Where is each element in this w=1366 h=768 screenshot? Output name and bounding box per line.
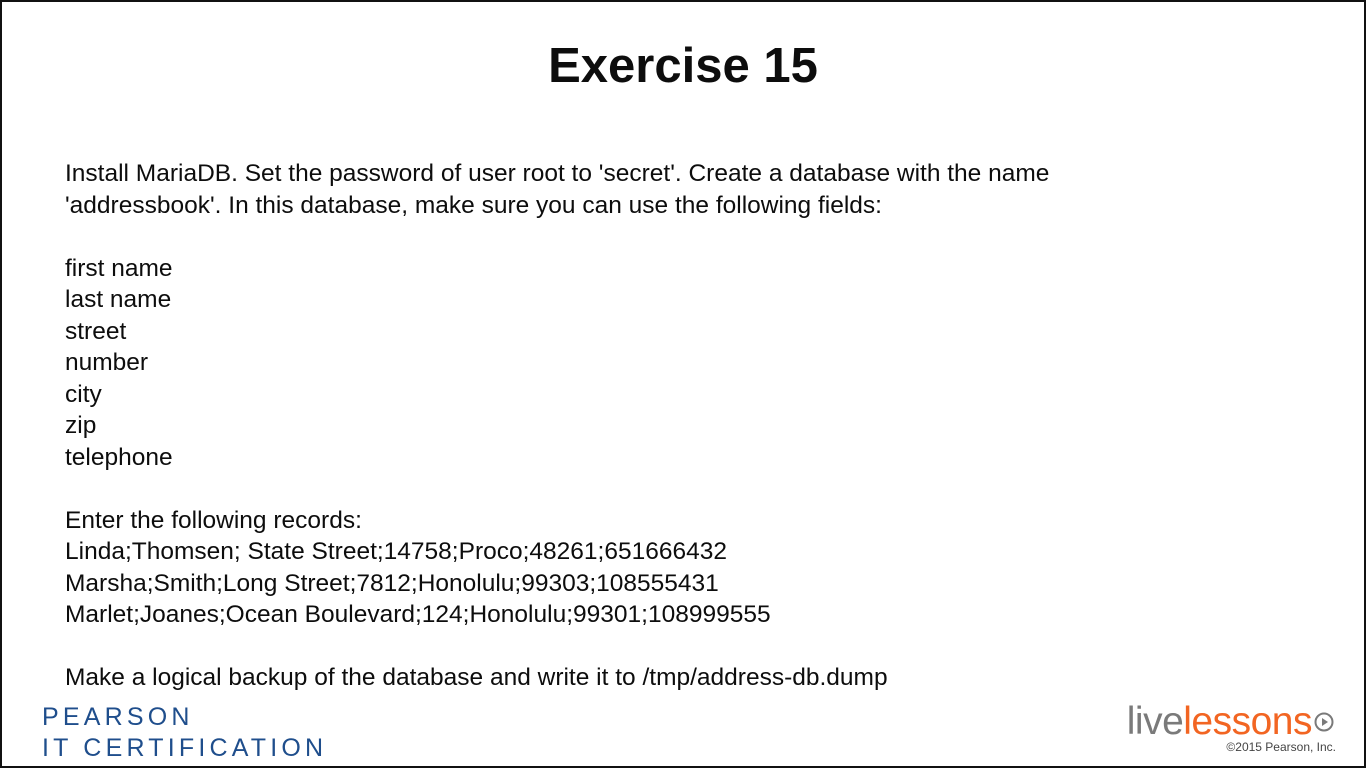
field-item: street	[65, 317, 127, 345]
pearson-logo-line1: PEARSON	[42, 703, 194, 731]
record-line: Linda;Thomsen; State Street;14758;Proco;…	[65, 538, 727, 565]
backup-instruction: Make a logical backup of the database an…	[65, 662, 1245, 694]
records-block: Enter the following records: Linda;Thoms…	[65, 505, 1245, 631]
logo-live-part: live	[1126, 700, 1184, 743]
backup-line: Make a logical backup of the database an…	[65, 664, 888, 691]
logo-lessons-part: lessons	[1183, 700, 1312, 743]
record-line: Marlet;Joanes;Ocean Boulevard;124;Honolu…	[65, 601, 771, 628]
intro-line: 'addressbook'. In this database, make su…	[65, 191, 882, 219]
records-heading: Enter the following records:	[65, 506, 362, 534]
pearson-logo-line2: IT CERTIFICATION	[42, 734, 328, 762]
field-item: last name	[65, 286, 172, 313]
pearson-logo: PEARSON IT CERTIFICATION	[42, 702, 327, 764]
intro-line: Install MariaDB. Set the password of use…	[65, 160, 1050, 187]
field-item: number	[65, 349, 149, 376]
field-item: telephone	[65, 443, 173, 471]
intro-paragraph: Install MariaDB. Set the password of use…	[65, 158, 1245, 221]
slide-title: Exercise 15	[548, 39, 818, 93]
record-line: Marsha;Smith;Long Street;7812;Honolulu;9…	[65, 569, 719, 597]
slide-frame: Exercise 15 Install MariaDB. Set the pas…	[0, 0, 1366, 768]
field-item: zip	[65, 412, 97, 439]
play-circle-icon	[1314, 698, 1334, 732]
livelessons-wordmark: livelessons	[1127, 698, 1334, 744]
field-item: first name	[65, 254, 173, 282]
livelessons-logo: livelessons ©2015 Pearson, Inc.	[1127, 698, 1336, 754]
field-item: city	[65, 380, 102, 408]
exercise-body: Install MariaDB. Set the password of use…	[65, 158, 1245, 694]
field-list: first name last name street number city …	[65, 253, 1245, 474]
